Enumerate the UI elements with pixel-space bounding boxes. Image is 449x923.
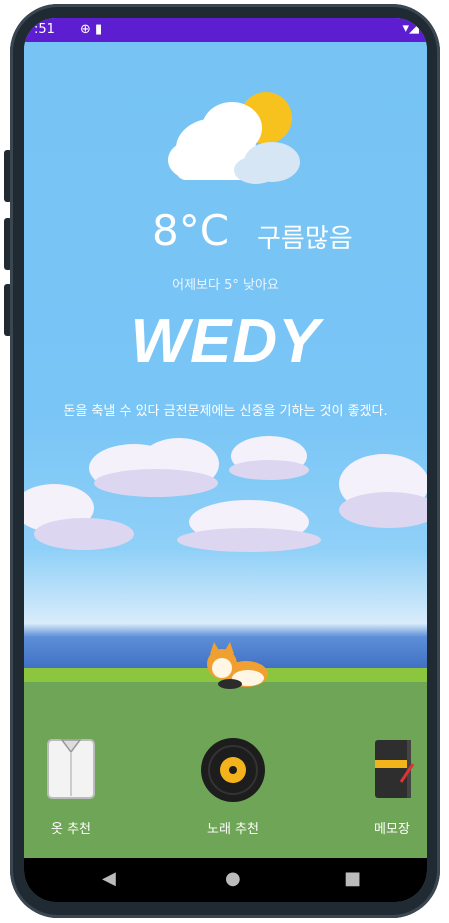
system-nav-bar: ◀ ● ■ (24, 858, 427, 902)
music-recommend-label: 노래 추천 (207, 822, 259, 837)
fortune-quote: 돈을 축낼 수 있다 금전문제에는 신중을 기하는 것이 좋겠다. (63, 404, 388, 419)
weather-condition-text: 구름많음 (257, 224, 353, 254)
cat-illustration (207, 642, 268, 689)
notification-icons: ⊕ ▮ (80, 22, 103, 37)
home-icon[interactable]: ● (225, 868, 241, 889)
status-bar: :51 ⊕ ▮ ▾◢ (24, 18, 427, 42)
cloud-decoration (229, 436, 309, 480)
cloud-decoration (24, 484, 134, 550)
temperature-text: 8°C (152, 206, 230, 255)
notebook-icon (375, 740, 415, 798)
shirt-icon (47, 739, 95, 799)
vinyl-record-icon (201, 738, 265, 802)
status-time: :51 (34, 22, 55, 37)
app-logo: WEDY (130, 307, 321, 376)
cloud-decoration (177, 500, 321, 552)
partly-cloudy-icon (168, 92, 300, 184)
cloud-decoration (339, 454, 427, 528)
temperature-comparison-text: 어제보다 5° 낮아요 (172, 278, 279, 293)
signal-battery-icon: ▾◢ (402, 21, 419, 36)
outfit-recommend-label: 옷 추천 (50, 822, 91, 837)
recents-icon[interactable]: ■ (344, 868, 361, 889)
back-icon[interactable]: ◀ (102, 868, 116, 889)
app-screen: :51 ⊕ ▮ ▾◢ 8°C 구름많음 어제보다 5° 낮아요 WEDY 돈을 … (24, 18, 427, 902)
memo-label: 메모장 (374, 822, 410, 837)
